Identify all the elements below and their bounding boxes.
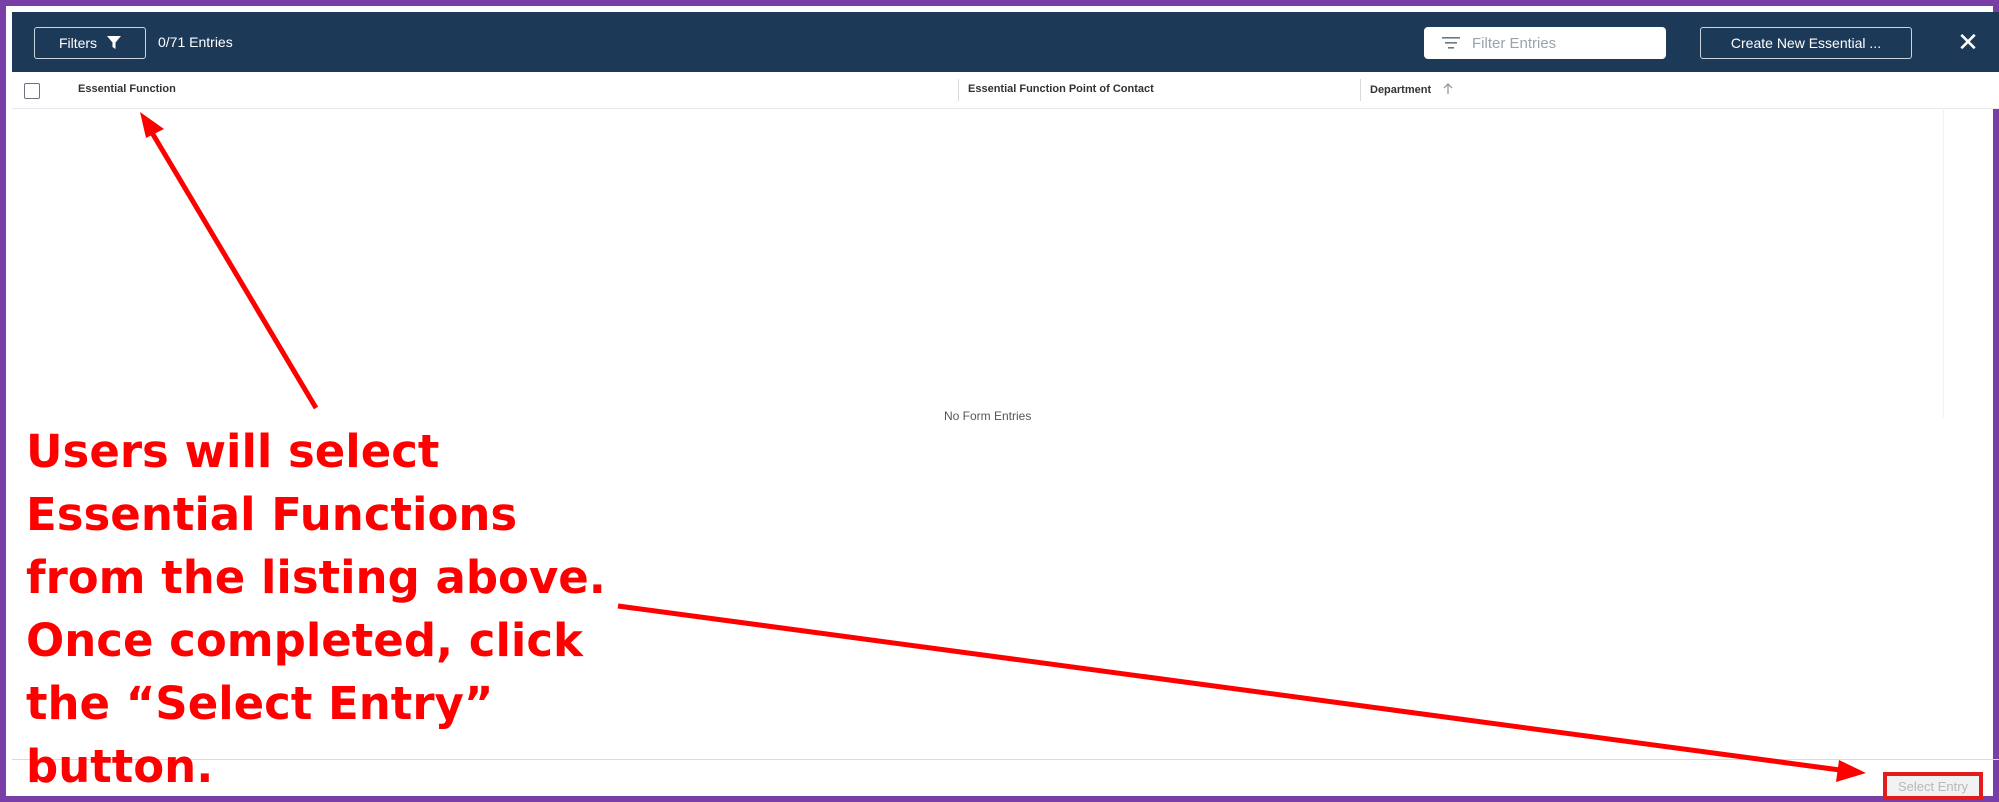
close-icon[interactable]: ✕ (1954, 28, 1982, 56)
column-department-label: Department (1370, 84, 1432, 96)
entries-count: 0/71 Entries (158, 34, 233, 50)
funnel-icon (107, 36, 122, 49)
annotation-line: Users will select (26, 425, 440, 478)
filters-button[interactable]: Filters (34, 27, 146, 59)
column-department[interactable]: Department (1370, 83, 1454, 96)
filter-entries-input[interactable] (1470, 33, 1654, 53)
table-scroll-edge (1943, 108, 1988, 418)
column-divider (1360, 79, 1361, 101)
table-header-row: Essential Function Essential Function Po… (12, 72, 1999, 109)
filters-label: Filters (58, 35, 98, 51)
create-new-essential-button[interactable]: Create New Essential ... (1700, 27, 1912, 59)
filter-lines-icon (1442, 37, 1460, 49)
toolbar: Filters 0/71 Entries Create New Essentia… (12, 12, 1999, 72)
annotation-line: Essential Functions (26, 488, 518, 541)
annotation-line: Once completed, click (26, 614, 583, 667)
arrow-up-icon[interactable] (1442, 83, 1454, 95)
empty-state-message: No Form Entries (944, 409, 1032, 423)
column-point-of-contact[interactable]: Essential Function Point of Contact (968, 83, 1154, 95)
annotation-text: Users will select Essential Functions fr… (26, 420, 626, 798)
annotation-line: button. (26, 740, 214, 793)
column-divider (958, 79, 959, 101)
select-entry-button[interactable]: Select Entry (1883, 772, 1983, 800)
select-all-checkbox[interactable] (24, 83, 40, 99)
column-essential-function[interactable]: Essential Function (78, 83, 176, 95)
annotation-line: from the listing above. (26, 551, 606, 604)
annotation-line: the “Select Entry” (26, 677, 494, 730)
filter-entries-field[interactable] (1424, 27, 1666, 59)
